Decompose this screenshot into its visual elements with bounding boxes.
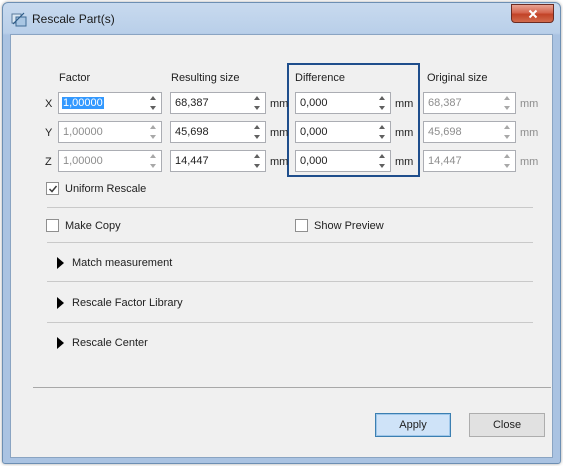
difference-x-value: 0,000 [300, 97, 328, 109]
original-z-value: 14,447 [428, 155, 462, 167]
checkbox-box[interactable] [295, 219, 308, 232]
spin-arrows-icon [149, 125, 157, 139]
original-x-value: 68,387 [428, 97, 462, 109]
expand-arrow-icon[interactable] [57, 337, 64, 349]
spin-arrows-icon[interactable] [253, 125, 261, 139]
dialog-body: Factor Resulting size Difference Origina… [10, 34, 553, 458]
header-factor: Factor [59, 72, 91, 84]
unit-resulting-z: mm [270, 156, 289, 168]
spin-arrows-icon[interactable] [149, 96, 157, 110]
uniform-rescale-label: Uniform Rescale [65, 182, 147, 195]
rescale-app-icon [11, 12, 27, 27]
axis-label-x: X [45, 98, 53, 110]
header-resulting-size: Resulting size [171, 72, 240, 84]
close-button[interactable]: Close [469, 413, 545, 437]
match-measurement-label: Match measurement [72, 257, 173, 269]
spin-arrows-icon[interactable] [378, 96, 386, 110]
show-preview-label: Show Preview [314, 219, 384, 232]
spin-arrows-icon [503, 154, 511, 168]
checkbox-box[interactable] [46, 219, 59, 232]
difference-y-spinbox[interactable]: 0,000 [295, 121, 391, 143]
axis-label-z: Z [45, 156, 52, 168]
original-z-spinbox: 14,447 [423, 150, 516, 172]
unit-difference-x: mm [395, 98, 414, 110]
spin-arrows-icon[interactable] [253, 96, 261, 110]
uniform-rescale-checkbox[interactable]: Uniform Rescale [46, 182, 146, 195]
rescale-factor-library-label: Rescale Factor Library [72, 297, 183, 309]
unit-original-y: mm [520, 127, 539, 139]
separator [47, 322, 533, 323]
window-title: Rescale Part(s) [32, 12, 115, 26]
resulting-y-value: 45,698 [175, 126, 209, 138]
factor-z-spinbox: 1,00000 [58, 150, 162, 172]
window-close-button[interactable] [511, 4, 554, 23]
unit-original-x: mm [520, 98, 539, 110]
difference-z-spinbox[interactable]: 0,000 [295, 150, 391, 172]
resulting-x-spinbox[interactable]: 68,387 [170, 92, 266, 114]
rescale-dialog-window: Rescale Part(s) Factor Resulting size Di… [2, 2, 561, 464]
spin-arrows-icon [503, 96, 511, 110]
resulting-y-spinbox[interactable]: 45,698 [170, 121, 266, 143]
factor-x-spinbox[interactable]: 1,00000 [58, 92, 162, 114]
axis-label-y: Y [45, 127, 53, 139]
title-bar[interactable]: Rescale Part(s) [3, 3, 560, 34]
factor-z-value: 1,00000 [63, 155, 103, 167]
separator [47, 281, 533, 282]
show-preview-checkbox[interactable]: Show Preview [295, 219, 384, 232]
resulting-z-value: 14,447 [175, 155, 209, 167]
close-icon [528, 9, 537, 18]
apply-button[interactable]: Apply [375, 413, 451, 437]
unit-difference-z: mm [395, 156, 414, 168]
make-copy-checkbox[interactable]: Make Copy [46, 219, 121, 232]
original-y-spinbox: 45,698 [423, 121, 516, 143]
spin-arrows-icon [503, 125, 511, 139]
separator [47, 242, 533, 243]
original-y-value: 45,698 [428, 126, 462, 138]
factor-y-spinbox: 1,00000 [58, 121, 162, 143]
rescale-center-label: Rescale Center [72, 337, 148, 349]
spin-arrows-icon[interactable] [253, 154, 261, 168]
spin-arrows-icon[interactable] [378, 125, 386, 139]
checkmark-icon [48, 185, 58, 193]
header-original-size: Original size [427, 72, 488, 84]
expand-arrow-icon[interactable] [57, 297, 64, 309]
match-measurement-expander[interactable]: Match measurement [57, 257, 172, 269]
separator [47, 207, 533, 208]
make-copy-label: Make Copy [65, 219, 121, 232]
spin-arrows-icon[interactable] [378, 154, 386, 168]
bottom-separator [33, 387, 551, 388]
difference-y-value: 0,000 [300, 126, 328, 138]
difference-z-value: 0,000 [300, 155, 328, 167]
unit-difference-y: mm [395, 127, 414, 139]
unit-resulting-y: mm [270, 127, 289, 139]
resulting-z-spinbox[interactable]: 14,447 [170, 150, 266, 172]
expand-arrow-icon[interactable] [57, 257, 64, 269]
rescale-factor-library-expander[interactable]: Rescale Factor Library [57, 297, 183, 309]
factor-y-value: 1,00000 [63, 126, 103, 138]
spin-arrows-icon [149, 154, 157, 168]
checkbox-box[interactable] [46, 182, 59, 195]
resulting-x-value: 68,387 [175, 97, 209, 109]
difference-x-spinbox[interactable]: 0,000 [295, 92, 391, 114]
original-x-spinbox: 68,387 [423, 92, 516, 114]
unit-resulting-x: mm [270, 98, 289, 110]
rescale-center-expander[interactable]: Rescale Center [57, 337, 148, 349]
unit-original-z: mm [520, 156, 539, 168]
factor-x-value: 1,00000 [62, 97, 104, 109]
